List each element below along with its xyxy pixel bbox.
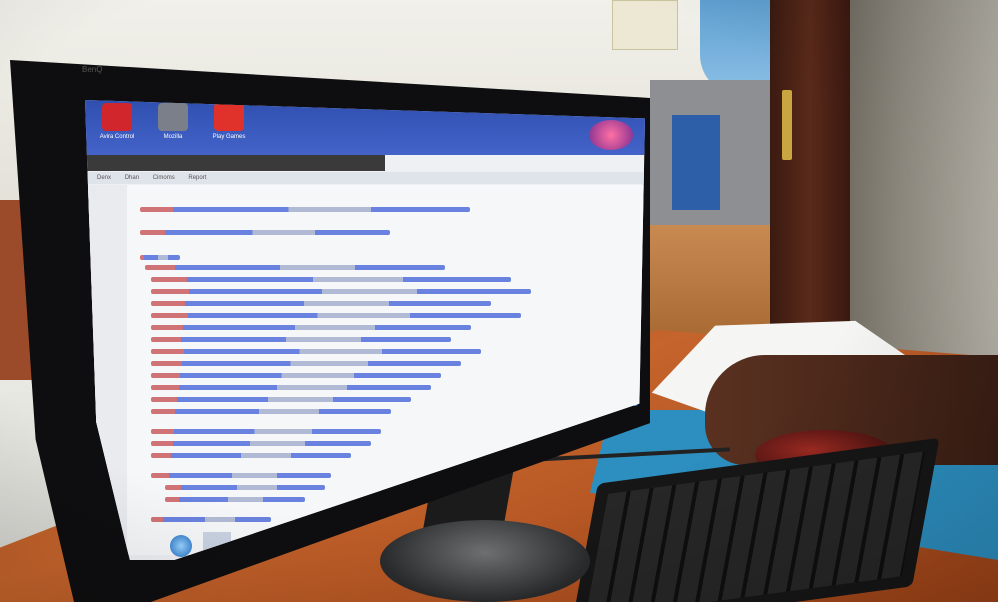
code-line: [151, 349, 481, 354]
cd-stack: [380, 520, 590, 602]
window-titlebar: [85, 155, 385, 171]
monitor-brand: BenQ: [82, 65, 103, 74]
code-line: [165, 497, 305, 502]
code-line: [145, 265, 445, 270]
wooden-door: [770, 0, 850, 360]
app-label: Avira Control: [99, 134, 135, 140]
menu-item[interactable]: Dhan: [125, 175, 139, 181]
code-line: [140, 207, 470, 212]
code-line: [151, 337, 451, 342]
office-photo: BenQ Avira Control Mozilla Play Games De…: [0, 0, 998, 602]
door-handle: [782, 90, 792, 160]
games-icon: [214, 103, 244, 131]
code-line: [151, 313, 521, 318]
code-line: [151, 397, 411, 402]
code-line: [151, 473, 331, 478]
wooden-cabinet: [645, 225, 770, 335]
code-line: [151, 301, 491, 306]
app-label: Play Games: [212, 134, 246, 140]
avira-icon: [102, 103, 132, 131]
code-line: [151, 441, 371, 446]
blue-binder: [672, 115, 720, 210]
code-line: [151, 361, 461, 366]
code-line: [151, 453, 351, 458]
code-line: [140, 255, 180, 260]
code-line: [151, 409, 391, 414]
menu-item[interactable]: Denx: [97, 175, 111, 181]
editor-menubar: Denx Dhan Cimoms Report: [85, 172, 645, 184]
games-shortcut[interactable]: Play Games: [201, 103, 257, 151]
mozilla-icon: [158, 103, 188, 131]
mozilla-shortcut[interactable]: Mozilla: [145, 103, 201, 151]
menu-item[interactable]: Report: [188, 175, 206, 181]
code-line: [140, 230, 390, 235]
menu-item[interactable]: Cimoms: [153, 175, 175, 181]
code-line: [151, 385, 431, 390]
app-label: Mozilla: [163, 134, 183, 140]
code-line: [151, 325, 471, 330]
code-line: [151, 289, 531, 294]
code-line: [151, 429, 381, 434]
doorway: [840, 0, 998, 380]
code-line: [165, 485, 325, 490]
tray-logo-icon: [589, 120, 633, 150]
wall-switch-panel: [612, 0, 678, 50]
code-line: [151, 517, 271, 522]
code-line: [151, 277, 511, 282]
avira-shortcut[interactable]: Avira Control: [89, 103, 145, 151]
start-button[interactable]: [170, 535, 192, 557]
code-line: [151, 373, 441, 378]
